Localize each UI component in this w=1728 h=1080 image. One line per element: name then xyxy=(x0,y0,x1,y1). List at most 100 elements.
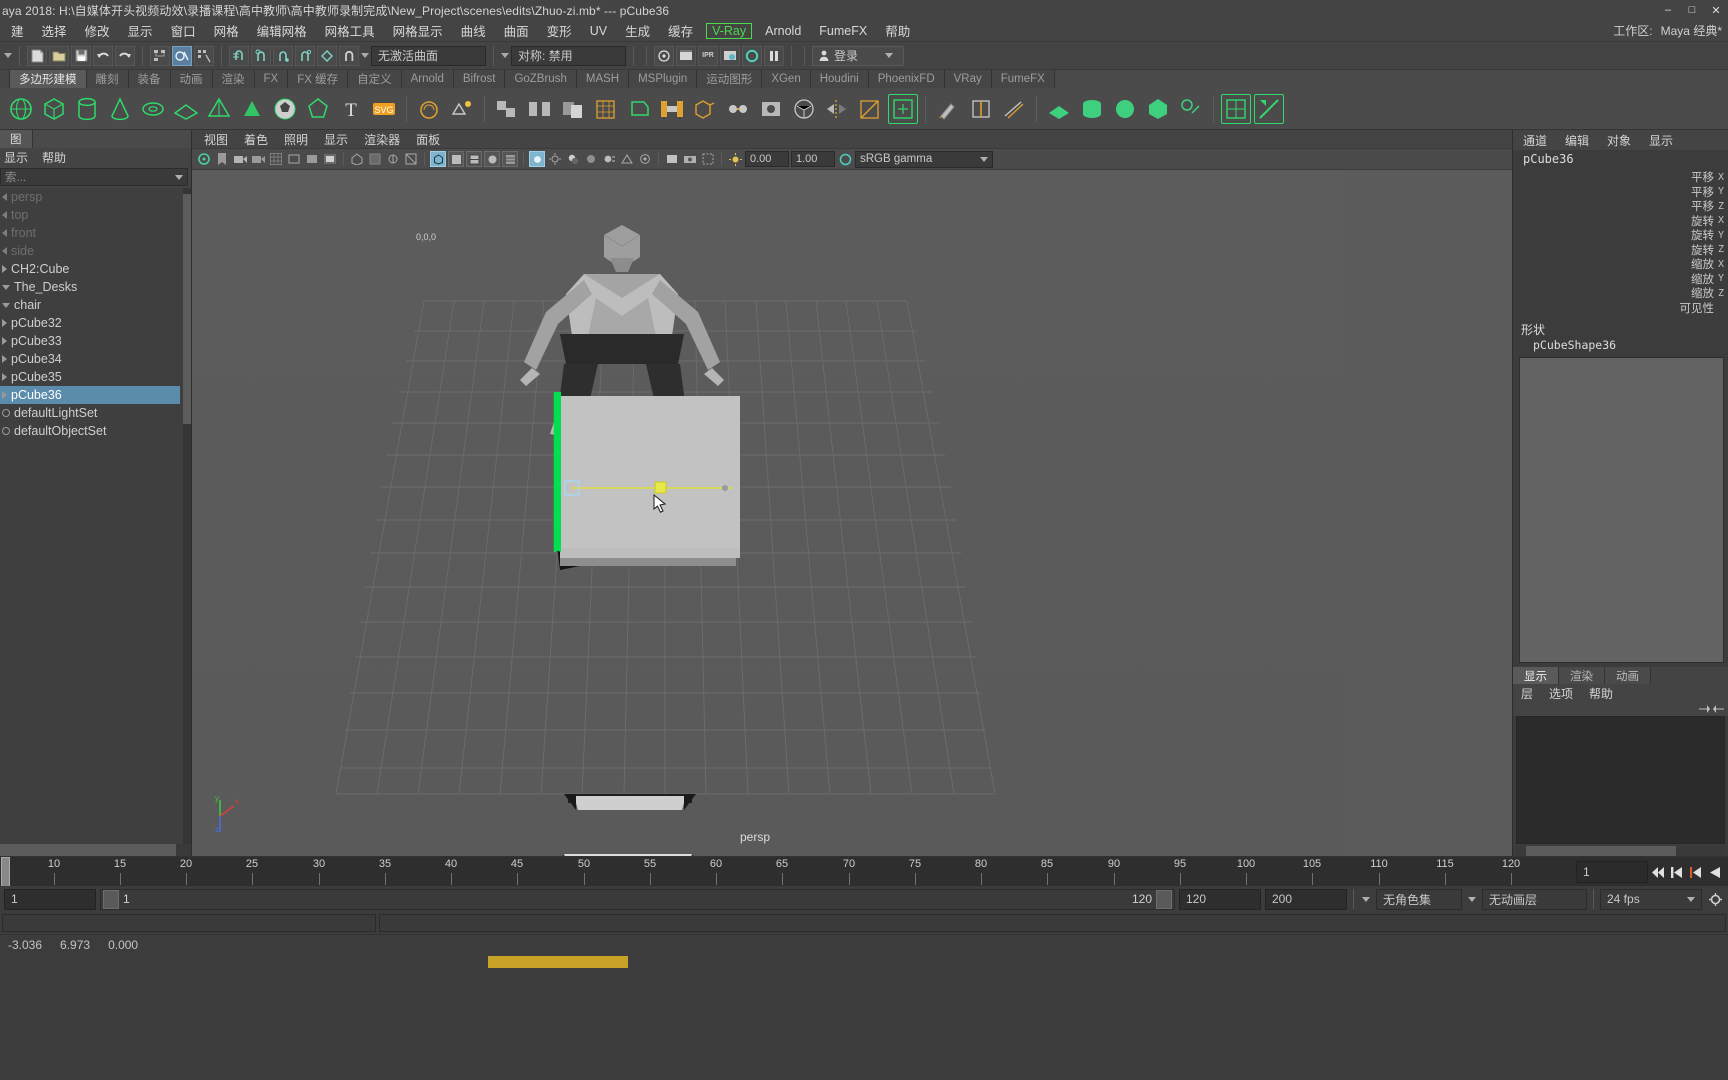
target-weld-icon[interactable] xyxy=(888,93,918,124)
shelf-tab-vray[interactable]: VRay xyxy=(944,70,992,88)
poly-sphere-icon[interactable] xyxy=(6,94,36,124)
expand-arrow-icon[interactable] xyxy=(2,247,7,255)
boolean-icon[interactable] xyxy=(558,94,588,124)
time-slider[interactable]: 10 15 20 25 30 35 40 45 50 55 60 65 70 7… xyxy=(0,856,1728,887)
outliner-scrollbar-thumb[interactable] xyxy=(183,194,191,424)
menu-display[interactable]: 显示 xyxy=(119,19,162,42)
menu-fumefx[interactable]: FumeFX xyxy=(810,22,876,40)
expand-arrow-icon[interactable] xyxy=(2,193,7,201)
tab-display-layers[interactable]: 显示 xyxy=(1513,667,1559,684)
poly-cube-icon[interactable] xyxy=(39,94,69,124)
viewport-menu-lighting[interactable]: 照明 xyxy=(284,131,308,148)
xray-active-icon[interactable] xyxy=(403,151,419,167)
outliner-tab[interactable]: 图 xyxy=(0,130,33,148)
chevron-down-icon[interactable] xyxy=(175,174,183,180)
wireframe-mode-icon[interactable] xyxy=(430,151,446,167)
shelf-tab-gozbrush[interactable]: GoZBrush xyxy=(505,70,577,88)
outliner-item-pcube33[interactable]: pCube33 xyxy=(0,332,191,350)
multi-cut-icon[interactable] xyxy=(855,94,885,124)
fps-field[interactable]: 24 fps xyxy=(1600,888,1702,910)
snapshot-icon[interactable] xyxy=(682,151,698,167)
gamma-toggle-icon[interactable] xyxy=(837,151,853,167)
poly-pyramid-icon[interactable] xyxy=(204,94,234,124)
motion-blur-icon[interactable] xyxy=(601,151,617,167)
uv-layout-icon[interactable] xyxy=(1176,94,1206,124)
shelf-tab-msplugin[interactable]: MSPlugin xyxy=(629,70,698,88)
snap-view-icon[interactable] xyxy=(317,45,337,66)
menu-edit-mesh[interactable]: 编辑网格 xyxy=(248,19,316,42)
outliner-item-pcube36[interactable]: pCube36 xyxy=(0,386,180,404)
expand-arrow-icon[interactable] xyxy=(2,211,7,219)
shelf-tab-animation[interactable]: 动画 xyxy=(170,70,213,88)
poly-cone-icon[interactable] xyxy=(105,94,135,124)
expand-arrow-icon[interactable] xyxy=(2,373,7,381)
menu-surfaces[interactable]: 曲面 xyxy=(495,19,538,42)
merge-icon[interactable] xyxy=(723,94,753,124)
uv-planar-icon[interactable] xyxy=(1044,94,1074,124)
shelf-tab-phoenixfd[interactable]: PhoenixFD xyxy=(868,70,945,88)
outliner-item-front[interactable]: front xyxy=(0,224,191,242)
select-by-hierarchy-icon[interactable] xyxy=(150,45,170,66)
outliner-scrollbar[interactable] xyxy=(183,188,191,844)
pause-icon[interactable] xyxy=(764,45,784,66)
command-input[interactable] xyxy=(2,914,376,932)
viewport-menu-panels[interactable]: 面板 xyxy=(416,131,440,148)
outliner-menu-display[interactable]: 显示 xyxy=(4,149,28,166)
xray-joints-icon[interactable] xyxy=(385,151,401,167)
shelf-tab-fumefx[interactable]: FumeFX xyxy=(991,70,1055,88)
poly-plane-icon[interactable] xyxy=(171,94,201,124)
sculpt-tool-icon[interactable] xyxy=(414,94,444,124)
smooth-icon[interactable] xyxy=(591,94,621,124)
chevron-down-icon[interactable] xyxy=(1687,896,1695,902)
menu-vray[interactable]: V-Ray xyxy=(706,22,753,39)
viewport-menu-shading[interactable]: 着色 xyxy=(244,131,268,148)
poly-cylinder-icon[interactable] xyxy=(72,94,102,124)
contrast-field[interactable]: 1.00 xyxy=(791,151,835,167)
range-start-field[interactable]: 1 xyxy=(4,888,96,910)
outliner-search-input[interactable]: 索... xyxy=(0,168,188,186)
shelf-tab-bifrost[interactable]: Bifrost xyxy=(453,70,506,88)
channel-row-rotate-y[interactable]: 旋转 Y xyxy=(1513,228,1728,243)
viewport-menu-renderer[interactable]: 渲染器 xyxy=(364,131,400,148)
channel-row-visibility[interactable]: 可见性 xyxy=(1513,301,1728,316)
symmetry-dropdown-icon[interactable] xyxy=(501,53,509,58)
redo-icon[interactable] xyxy=(115,45,135,66)
shaded-mode-icon[interactable] xyxy=(448,151,464,167)
ipr-icon[interactable]: IPR xyxy=(698,45,718,66)
menu-curves[interactable]: 曲线 xyxy=(452,19,495,42)
bevel-icon[interactable] xyxy=(624,94,654,124)
snap-point-icon[interactable] xyxy=(273,45,293,66)
channelbox-menu-object[interactable]: 对象 xyxy=(1607,132,1631,149)
shelf-tab-xgen[interactable]: XGen xyxy=(762,70,811,88)
play-backwards-icon[interactable] xyxy=(1706,861,1724,883)
viewport-render-icon[interactable] xyxy=(664,151,680,167)
character-set-chevron-icon[interactable] xyxy=(1362,896,1370,902)
menu-generate[interactable]: 生成 xyxy=(616,19,659,42)
expand-arrow-icon[interactable] xyxy=(2,229,7,237)
outliner-item-defaultlightset[interactable]: defaultLightSet xyxy=(0,404,191,422)
outliner-item-chair[interactable]: chair xyxy=(0,296,191,314)
range-end-handle[interactable] xyxy=(1156,889,1172,909)
insert-edge-loop-icon[interactable] xyxy=(966,94,996,124)
outliner-item-pcube35[interactable]: pCube35 xyxy=(0,368,191,386)
render-icon[interactable] xyxy=(654,45,674,66)
time-cursor[interactable] xyxy=(1,857,10,887)
render-settings-icon[interactable] xyxy=(720,45,740,66)
crease-tool-icon[interactable] xyxy=(1254,93,1284,124)
textured-mode-icon[interactable] xyxy=(502,151,518,167)
poly-torus-icon[interactable] xyxy=(138,94,168,124)
chevron-down-icon[interactable] xyxy=(980,156,988,162)
character-set-field[interactable]: 无角色集 xyxy=(1376,888,1462,910)
viewport-menu-view[interactable]: 视图 xyxy=(204,131,228,148)
xray-icon[interactable] xyxy=(367,151,383,167)
uv-spherical-icon[interactable] xyxy=(1110,94,1140,124)
new-scene-icon[interactable] xyxy=(27,45,47,66)
extrude-icon[interactable] xyxy=(690,94,720,124)
ambient-occlusion-icon[interactable] xyxy=(583,151,599,167)
expand-arrow-icon[interactable] xyxy=(2,391,7,399)
render-sequence-icon[interactable] xyxy=(676,45,696,66)
undo-icon[interactable] xyxy=(93,45,113,66)
anim-layer-field[interactable]: 无动画层 xyxy=(1482,888,1587,910)
expand-arrow-icon[interactable] xyxy=(2,302,10,308)
reduce-icon[interactable] xyxy=(789,94,819,124)
